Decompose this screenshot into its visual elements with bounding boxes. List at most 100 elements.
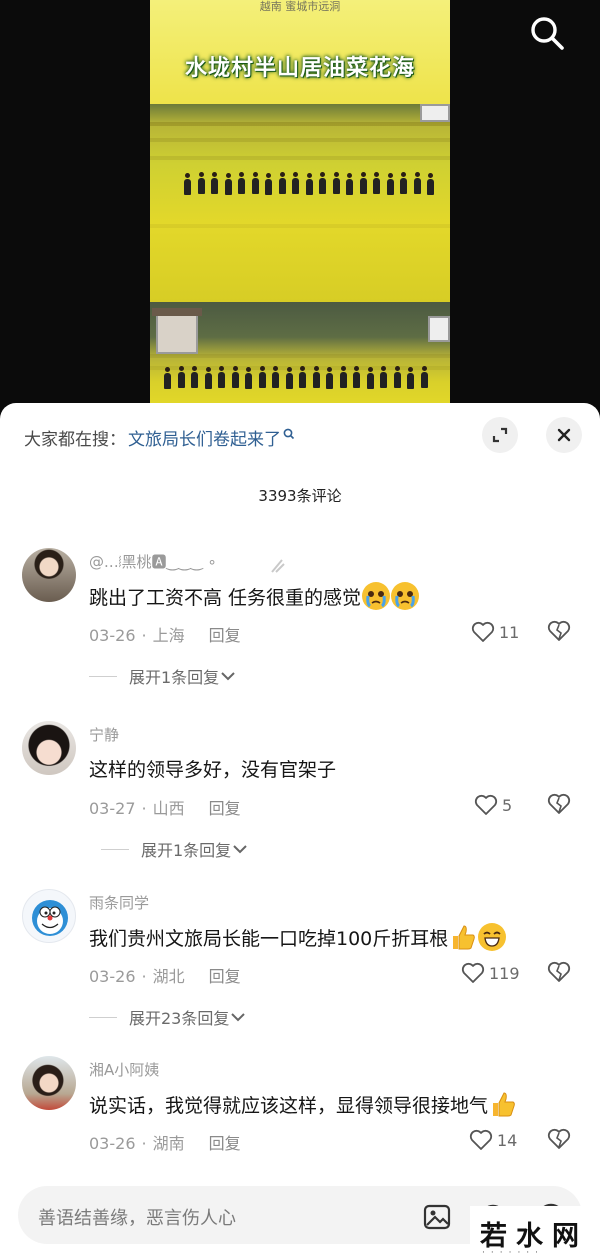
comment-item: @.‥𝆃黑桃🅰‿‿‿ ∘ 跳出了工资不高 任务很重的感觉 03-26 · 上海 回复 … [0, 548, 600, 718]
comment-text: 跳出了工资不高 任务很重的感觉 [89, 586, 362, 609]
expand-fullscreen-button[interactable] [482, 417, 518, 453]
dislike-button[interactable] [547, 961, 571, 987]
trending-search[interactable]: 大家都在搜： 文旅局长们卷起来了 [24, 421, 295, 453]
person-figure [258, 366, 266, 388]
dislike-button[interactable] [547, 793, 571, 819]
thumbs-up-icon [449, 923, 477, 951]
video-frame: 越南 蜜城市远洞 水垅村半山居油菜花海 [150, 0, 450, 415]
expand-replies-button[interactable]: 展开23条回复 [89, 1005, 247, 1029]
comment-sheet: 大家都在搜： 文旅局长们卷起来了 3393条评论 @.‥𝆃黑桃🅰‿‿‿ ∘ 跳出… [0, 403, 600, 1258]
watermark-dots: ······· [482, 1248, 545, 1258]
comment-meta: 03-26 · 湖北 回复 [89, 967, 241, 986]
comment-text-row: 说实话，我觉得就应该这样，显得领导很接地气 [89, 1090, 517, 1118]
comment-location: 湖北 [152, 967, 185, 986]
comment-username[interactable]: 宁静 [89, 724, 119, 745]
expand-replies-label: 展开1条回复 [141, 841, 232, 860]
comment-item: 雨条同学 我们贵州文旅局长能一口吃掉100斤折耳根 03-26 · 湖北 回复 119… [0, 889, 600, 1059]
expand-replies-label: 展开1条回复 [129, 668, 220, 687]
comment-text-row: 这样的领导多好，没有官架子 [89, 755, 336, 782]
image-icon[interactable] [422, 1202, 452, 1232]
dislike-button[interactable] [547, 620, 571, 646]
mini-search-icon [283, 427, 295, 447]
heart-icon [461, 962, 485, 983]
dislike-button[interactable] [547, 1128, 571, 1154]
search-icon[interactable] [528, 14, 566, 52]
comment-count: 3393条评论 [258, 487, 342, 505]
flower-field-lower [150, 302, 450, 415]
person-figure [326, 367, 333, 389]
person-figure [292, 172, 299, 194]
person-figure [400, 172, 407, 194]
close-icon [557, 428, 571, 442]
like-count: 119 [489, 963, 520, 983]
person-figure [184, 173, 191, 195]
expand-replies-label: 展开23条回复 [129, 1009, 230, 1028]
person-figure [393, 366, 401, 388]
close-button[interactable] [546, 417, 582, 453]
person-figure [285, 367, 293, 389]
reply-button[interactable]: 回复 [209, 1134, 241, 1153]
like-button[interactable]: 14 [469, 1126, 517, 1154]
chevron-down-icon [233, 845, 247, 854]
avatar[interactable] [22, 889, 76, 943]
flower-field-upper [150, 104, 450, 302]
person-figure [299, 366, 306, 388]
comment-item: 宁静 这样的领导多好，没有官架子 03-27 · 山西 回复 5 展开1条回复 [0, 721, 600, 891]
person-figure [407, 367, 414, 389]
comment-meta: 03-26 · 湖南 回复 [89, 1134, 241, 1153]
broken-heart-icon [547, 793, 571, 814]
comment-date: 03-27 [89, 799, 136, 818]
heart-icon [471, 621, 495, 642]
person-figure [366, 367, 374, 389]
heart-icon [469, 1129, 493, 1150]
person-figure [427, 173, 434, 195]
like-count: 11 [499, 622, 520, 642]
comment-username[interactable]: 雨条同学 [89, 892, 149, 913]
person-figure [353, 366, 360, 388]
person-figure [272, 366, 279, 388]
broken-heart-icon [547, 1128, 571, 1149]
expand-icon [492, 427, 508, 443]
person-figure [218, 366, 225, 388]
person-figure [211, 172, 218, 194]
video-player[interactable]: 越南 蜜城市远洞 水垅村半山居油菜花海 [0, 0, 600, 415]
house [156, 314, 198, 354]
person-figure [373, 172, 380, 194]
comment-date: 03-26 [89, 1134, 136, 1153]
expand-replies-button[interactable]: 展开1条回复 [89, 664, 237, 688]
person-figure [231, 366, 239, 388]
comment-location: 山西 [152, 799, 185, 818]
like-button[interactable]: 5 [474, 791, 512, 819]
reply-button[interactable]: 回复 [209, 626, 241, 645]
avatar[interactable] [22, 721, 76, 775]
person-figure [413, 172, 421, 194]
trending-link[interactable]: 文旅局长们卷起来了 [128, 425, 281, 450]
comment-date: 03-26 [89, 967, 136, 986]
like-button[interactable]: 119 [461, 959, 520, 987]
person-figure [359, 172, 367, 194]
banner-top-text: 越南 蜜城市远洞 [259, 0, 341, 13]
comment-text-row: 我们贵州文旅局长能一口吃掉100斤折耳根 [89, 923, 507, 951]
comment-text: 这样的领导多好，没有官架子 [89, 759, 337, 781]
person-figure [278, 172, 286, 194]
person-figure [265, 173, 272, 195]
reply-button[interactable]: 回复 [209, 799, 241, 818]
reply-button[interactable]: 回复 [209, 967, 241, 986]
like-button[interactable]: 11 [471, 618, 519, 646]
avatar[interactable] [22, 1056, 76, 1110]
person-figure [177, 366, 185, 388]
expand-replies-button[interactable]: 展开1条回复 [101, 837, 249, 861]
crying-emoji-icon [391, 582, 420, 610]
comment-username[interactable]: @.‥𝆃黑桃🅰‿‿‿ ∘ [89, 551, 217, 572]
person-figure [339, 366, 347, 388]
person-figure [319, 172, 326, 194]
person-figure [204, 367, 212, 389]
comment-text: 说实话，我觉得就应该这样，显得领导很接地气 [89, 1094, 489, 1117]
person-figure [332, 172, 340, 194]
broken-heart-icon [547, 620, 571, 641]
person-figure [346, 173, 353, 195]
avatar[interactable] [22, 548, 76, 602]
comment-username[interactable]: 湘A小阿姨 [89, 1059, 159, 1080]
comment-text-row: 跳出了工资不高 任务很重的感觉 [89, 582, 420, 610]
person-figure [380, 366, 387, 388]
